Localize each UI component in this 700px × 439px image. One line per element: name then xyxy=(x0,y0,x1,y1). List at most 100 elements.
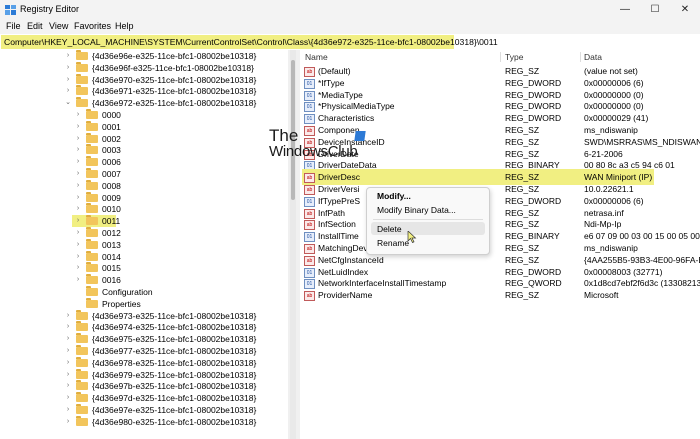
close-button[interactable]: ✕ xyxy=(670,0,700,20)
key-tree[interactable]: › {4d36e96e-e325-11ce-bfc1-08002be10318} ›… xyxy=(0,50,288,439)
address-bar[interactable]: Computer\HKEY_LOCAL_MACHINE\SYSTEM\Curre… xyxy=(0,34,700,51)
menu-delete[interactable]: Delete xyxy=(377,224,402,234)
chevron-right-icon[interactable]: › xyxy=(74,251,82,263)
value-row[interactable]: 01 *PhysicalMediaType REG_DWORD 0x00000000 … xyxy=(300,100,700,113)
tree-item[interactable]: › {4d36e973-e325-11ce-bfc1-08002be10318} xyxy=(0,309,288,322)
tree-item[interactable]: › {4d36e97d-e325-11ce-bfc1-08002be10318} xyxy=(0,392,288,404)
chevron-right-icon[interactable]: › xyxy=(74,109,82,121)
maximize-button[interactable]: ☐ xyxy=(640,0,670,20)
value-row[interactable]: ab ProviderName REG_SZ Microsoft xyxy=(300,289,700,302)
tree-item-expanded[interactable]: ⌄ {4d36e972-e325-11ce-bfc1-08002be10318} xyxy=(0,97,288,109)
tree-item[interactable]: › 0010 xyxy=(0,203,288,215)
title-bar[interactable]: Registry Editor — ☐ ✕ xyxy=(0,0,700,20)
column-name[interactable]: Name xyxy=(305,50,328,64)
tree-item[interactable]: › {4d36e980-e325-11ce-bfc1-08002be10318} xyxy=(0,415,288,428)
menu-help[interactable]: Help xyxy=(115,21,134,31)
value-row[interactable]: 01 *IfType REG_DWORD 0x00000006 (6) xyxy=(300,77,700,89)
chevron-right-icon[interactable]: › xyxy=(64,404,72,416)
menu-favorites[interactable]: Favorites xyxy=(74,21,111,31)
tree-item[interactable]: › {4d36e977-e325-11ce-bfc1-08002be10318} xyxy=(0,345,288,357)
tree-item[interactable]: › 0007 xyxy=(0,168,288,180)
chevron-right-icon[interactable]: › xyxy=(74,203,82,215)
chevron-right-icon[interactable]: › xyxy=(64,345,72,357)
menu-modify-binary[interactable]: Modify Binary Data... xyxy=(377,205,456,215)
tree-item[interactable]: › 0002 xyxy=(0,132,288,145)
tree-item[interactable]: › {4d36e97e-e325-11ce-bfc1-08002be10318} xyxy=(0,404,288,416)
value-row[interactable]: ab DriverVersi REG_SZ 10.0.22621.1 xyxy=(300,183,700,195)
chevron-right-icon[interactable]: › xyxy=(64,357,72,369)
column-divider[interactable] xyxy=(500,52,501,62)
tree-item-selected[interactable]: › 0011 xyxy=(0,215,288,228)
chevron-right-icon[interactable]: › xyxy=(74,121,82,133)
tree-item[interactable]: › 0006 xyxy=(0,156,288,168)
tree-item[interactable]: › 0000 xyxy=(0,109,288,121)
value-row[interactable]: ab (Default) REG_SZ (value not set) xyxy=(300,65,700,77)
chevron-right-icon[interactable]: › xyxy=(64,392,72,404)
tree-item[interactable]: Properties xyxy=(0,297,288,310)
value-row[interactable]: 01 InstallTime REG_BINARY e6 07 09 00 03 00… xyxy=(300,230,700,243)
chevron-right-icon[interactable]: › xyxy=(74,227,82,239)
tree-item[interactable]: › {4d36e96e-e325-11ce-bfc1-08002be10318} xyxy=(0,50,288,62)
chevron-down-icon[interactable]: ⌄ xyxy=(64,97,72,109)
chevron-right-icon[interactable]: › xyxy=(64,50,72,62)
value-row[interactable]: ab NetCfgInstanceId REG_SZ {4AA255B5-93B3-4… xyxy=(300,254,700,266)
value-row[interactable]: 01 *MediaType REG_DWORD 0x00000000 (0) xyxy=(300,89,700,101)
tree-item[interactable]: › 0013 xyxy=(0,238,288,251)
value-row[interactable]: 01 NetLuidIndex REG_DWORD 0x00008003 (32771… xyxy=(300,266,700,278)
value-row[interactable]: 01 IfTypePreS REG_DWORD 0x00000006 (6) xyxy=(300,195,700,207)
menu-view[interactable]: View xyxy=(49,21,68,31)
chevron-right-icon[interactable]: › xyxy=(64,310,72,322)
tree-item[interactable]: › 0016 xyxy=(0,274,288,286)
chevron-right-icon[interactable]: › xyxy=(74,239,82,251)
address-path[interactable]: Computer\HKEY_LOCAL_MACHINE\SYSTEM\Curre… xyxy=(4,37,498,47)
chevron-right-icon[interactable]: › xyxy=(74,133,82,145)
tree-item[interactable]: › 0014 xyxy=(0,250,288,263)
value-row[interactable]: ab InfPath REG_SZ netrasa.inf xyxy=(300,207,700,219)
value-row[interactable]: ab DriverDesc REG_SZ WAN Miniport (IP) xyxy=(300,169,700,186)
chevron-right-icon[interactable]: › xyxy=(64,85,72,97)
menu-file[interactable]: File xyxy=(6,21,21,31)
tree-item[interactable]: Configuration xyxy=(0,286,288,298)
chevron-right-icon[interactable]: › xyxy=(64,333,72,345)
column-type[interactable]: Type xyxy=(505,50,523,64)
chevron-right-icon[interactable]: › xyxy=(64,380,72,392)
chevron-right-icon[interactable]: › xyxy=(74,274,82,286)
chevron-right-icon[interactable]: › xyxy=(74,215,82,227)
chevron-right-icon[interactable]: › xyxy=(64,369,72,381)
chevron-right-icon[interactable]: › xyxy=(64,416,72,428)
tree-item[interactable]: › {4d36e971-e325-11ce-bfc1-08002be10318} xyxy=(0,85,288,97)
chevron-right-icon[interactable]: › xyxy=(74,180,82,192)
tree-item[interactable]: › {4d36e979-e325-11ce-bfc1-08002be10318} xyxy=(0,368,288,381)
value-row[interactable]: ab MatchingDeviceId REG_SZ ms_ndiswanip xyxy=(300,242,700,254)
chevron-right-icon[interactable]: › xyxy=(74,144,82,156)
menu-rename[interactable]: Rename xyxy=(377,238,409,248)
minimize-button[interactable]: — xyxy=(610,0,640,20)
chevron-right-icon[interactable]: › xyxy=(64,74,72,86)
menu-modify[interactable]: Modify... xyxy=(377,191,411,201)
tree-item[interactable]: › 0008 xyxy=(0,179,288,192)
tree-item[interactable]: › 0001 xyxy=(0,120,288,133)
tree-item[interactable]: › {4d36e978-e325-11ce-bfc1-08002be10318} xyxy=(0,356,288,369)
chevron-right-icon[interactable]: › xyxy=(74,156,82,168)
tree-item[interactable]: › 0015 xyxy=(0,262,288,274)
chevron-right-icon[interactable]: › xyxy=(64,321,72,333)
tree-item[interactable]: › {4d36e96f-e325-11ce-bfc1-08002be10318} xyxy=(0,61,288,74)
value-row[interactable]: ab InfSection REG_SZ Ndi-Mp-Ip xyxy=(300,218,700,231)
chevron-right-icon[interactable]: › xyxy=(74,262,82,274)
chevron-right-icon[interactable]: › xyxy=(74,192,82,204)
chevron-right-icon[interactable]: › xyxy=(64,62,72,74)
tree-item[interactable]: › {4d36e97b-e325-11ce-bfc1-08002be10318} xyxy=(0,380,288,392)
value-row[interactable]: 01 Characteristics REG_DWORD 0x00000029 (41… xyxy=(300,112,700,125)
chevron-right-icon[interactable]: › xyxy=(74,168,82,180)
column-data[interactable]: Data xyxy=(584,50,602,64)
tree-item[interactable]: › 0003 xyxy=(0,144,288,156)
values-list[interactable]: Name Type Data ab (Default) REG_SZ (value n… xyxy=(300,50,700,439)
tree-item[interactable]: › {4d36e975-e325-11ce-bfc1-08002be10318} xyxy=(0,333,288,345)
menu-edit[interactable]: Edit xyxy=(27,21,43,31)
value-row[interactable]: 01 NetworkInterfaceInstallTimestamp REG_QW… xyxy=(300,277,700,290)
tree-item[interactable]: › {4d36e970-e325-11ce-bfc1-08002be10318} xyxy=(0,73,288,86)
tree-item[interactable]: › 0012 xyxy=(0,227,288,239)
tree-item[interactable]: › {4d36e974-e325-11ce-bfc1-08002be10318} xyxy=(0,321,288,333)
column-divider[interactable] xyxy=(580,52,581,62)
tree-item[interactable]: › 0009 xyxy=(0,191,288,204)
